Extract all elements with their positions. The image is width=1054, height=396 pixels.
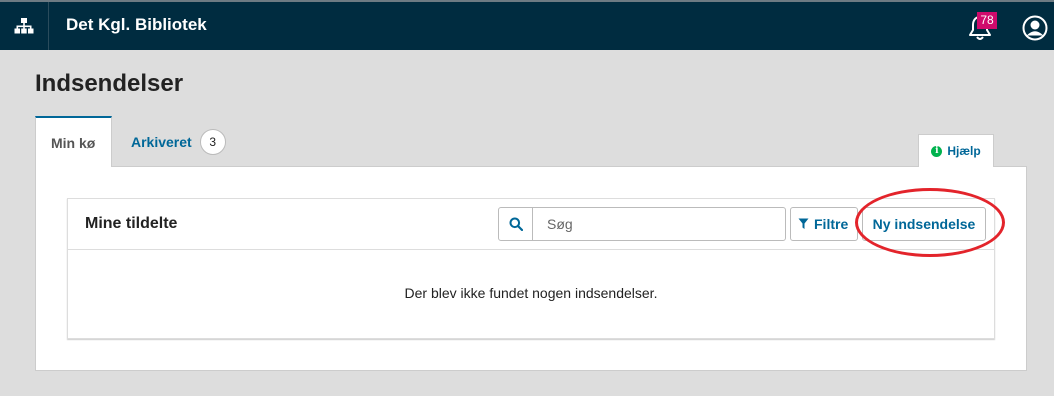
archived-count-badge: 3 — [199, 128, 226, 155]
help-button[interactable]: i Hjælp — [918, 134, 994, 167]
user-circle-icon[interactable] — [1022, 15, 1048, 41]
new-submission-button[interactable]: Ny indsendelse — [862, 207, 986, 241]
page-title: Indsendelser — [35, 70, 184, 97]
tab-min-ko[interactable]: Min kø — [35, 116, 112, 167]
search-box — [498, 207, 786, 241]
search-icon[interactable] — [499, 208, 533, 240]
help-label: Hjælp — [947, 144, 981, 158]
search-input[interactable] — [533, 208, 785, 240]
notification-count-badge: 78 — [977, 12, 997, 29]
filter-button[interactable]: Filtre — [790, 207, 858, 241]
filter-label: Filtre — [814, 216, 849, 232]
list-header: Mine tildelte Filtre Ny indsendelse — [68, 199, 994, 250]
sitemap-icon[interactable] — [0, 2, 49, 50]
list-title: Mine tildelte — [85, 215, 178, 232]
filter-icon — [798, 218, 809, 229]
submissions-list-card: Mine tildelte Filtre Ny indsendelse Der … — [67, 198, 995, 339]
site-title[interactable]: Det Kgl. Bibliotek — [66, 15, 207, 35]
info-icon: i — [931, 145, 943, 157]
new-submission-label: Ny indsendelse — [872, 216, 976, 232]
tab-label: Arkiveret — [131, 133, 192, 150]
tab-arkiveret[interactable]: Arkiveret 3 — [131, 116, 226, 167]
empty-message: Der blev ikke fundet nogen indsendelser. — [404, 285, 658, 301]
tab-label: Min kø — [51, 134, 96, 151]
top-navbar: Det Kgl. Bibliotek 78 — [0, 0, 1054, 50]
